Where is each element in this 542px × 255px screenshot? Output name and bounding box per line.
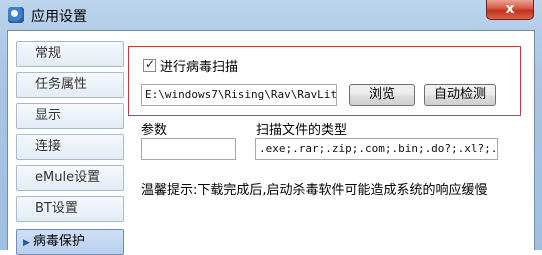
params-label: 参数	[141, 123, 168, 138]
enable-scan-checkbox[interactable]	[143, 57, 156, 72]
selected-arrow-icon: ▶	[23, 238, 30, 248]
sidebar-item-display[interactable]: 显示	[16, 103, 124, 129]
sidebar-item-connection[interactable]: 连接	[16, 134, 124, 160]
sidebar-item-bt[interactable]: BT设置	[16, 196, 124, 222]
close-icon: x	[505, 1, 515, 17]
title-bar[interactable]: 应用设置 x	[0, 0, 542, 30]
filetypes-label: 扫描文件的类型	[256, 123, 348, 138]
sidebar-item-label: 任务属性	[35, 77, 88, 92]
scanner-path-input[interactable]: E:\windows7\Rising\Rav\RavLite.e	[141, 84, 337, 106]
sidebar-item-label: 显示	[35, 108, 62, 123]
close-button[interactable]: x	[486, 0, 534, 20]
sidebar-item-label: eMule设置	[35, 170, 101, 185]
warm-tip-text: 温馨提示:下载完成后,启动杀毒软件可能造成系统的响应缓慢	[141, 183, 488, 198]
sidebar-item-virus-protection[interactable]: ▶ 病毒保护	[16, 229, 124, 255]
filetypes-input[interactable]: .exe;.rar;.zip;.com;.bin;.do?;.xl?;.tar	[255, 138, 498, 160]
settings-sidebar: 常规 任务属性 显示 连接 eMule设置 BT设置 ▶ 病毒保护	[16, 41, 124, 255]
auto-detect-button[interactable]: 自动检测	[424, 84, 496, 106]
enable-scan-label: 进行病毒扫描	[160, 60, 239, 75]
sidebar-item-label: 连接	[35, 139, 62, 154]
sidebar-item-label: 常规	[35, 46, 62, 61]
sidebar-item-label: 病毒保护	[32, 234, 85, 249]
sidebar-item-task-properties[interactable]: 任务属性	[16, 72, 124, 98]
app-icon	[8, 7, 24, 23]
sidebar-item-general[interactable]: 常规	[16, 41, 124, 67]
sidebar-item-label: BT设置	[35, 201, 78, 216]
sidebar-item-emule[interactable]: eMule设置	[16, 165, 124, 191]
browse-button[interactable]: 浏览	[349, 84, 415, 106]
params-input[interactable]	[141, 138, 236, 160]
window-title: 应用设置	[31, 9, 87, 25]
